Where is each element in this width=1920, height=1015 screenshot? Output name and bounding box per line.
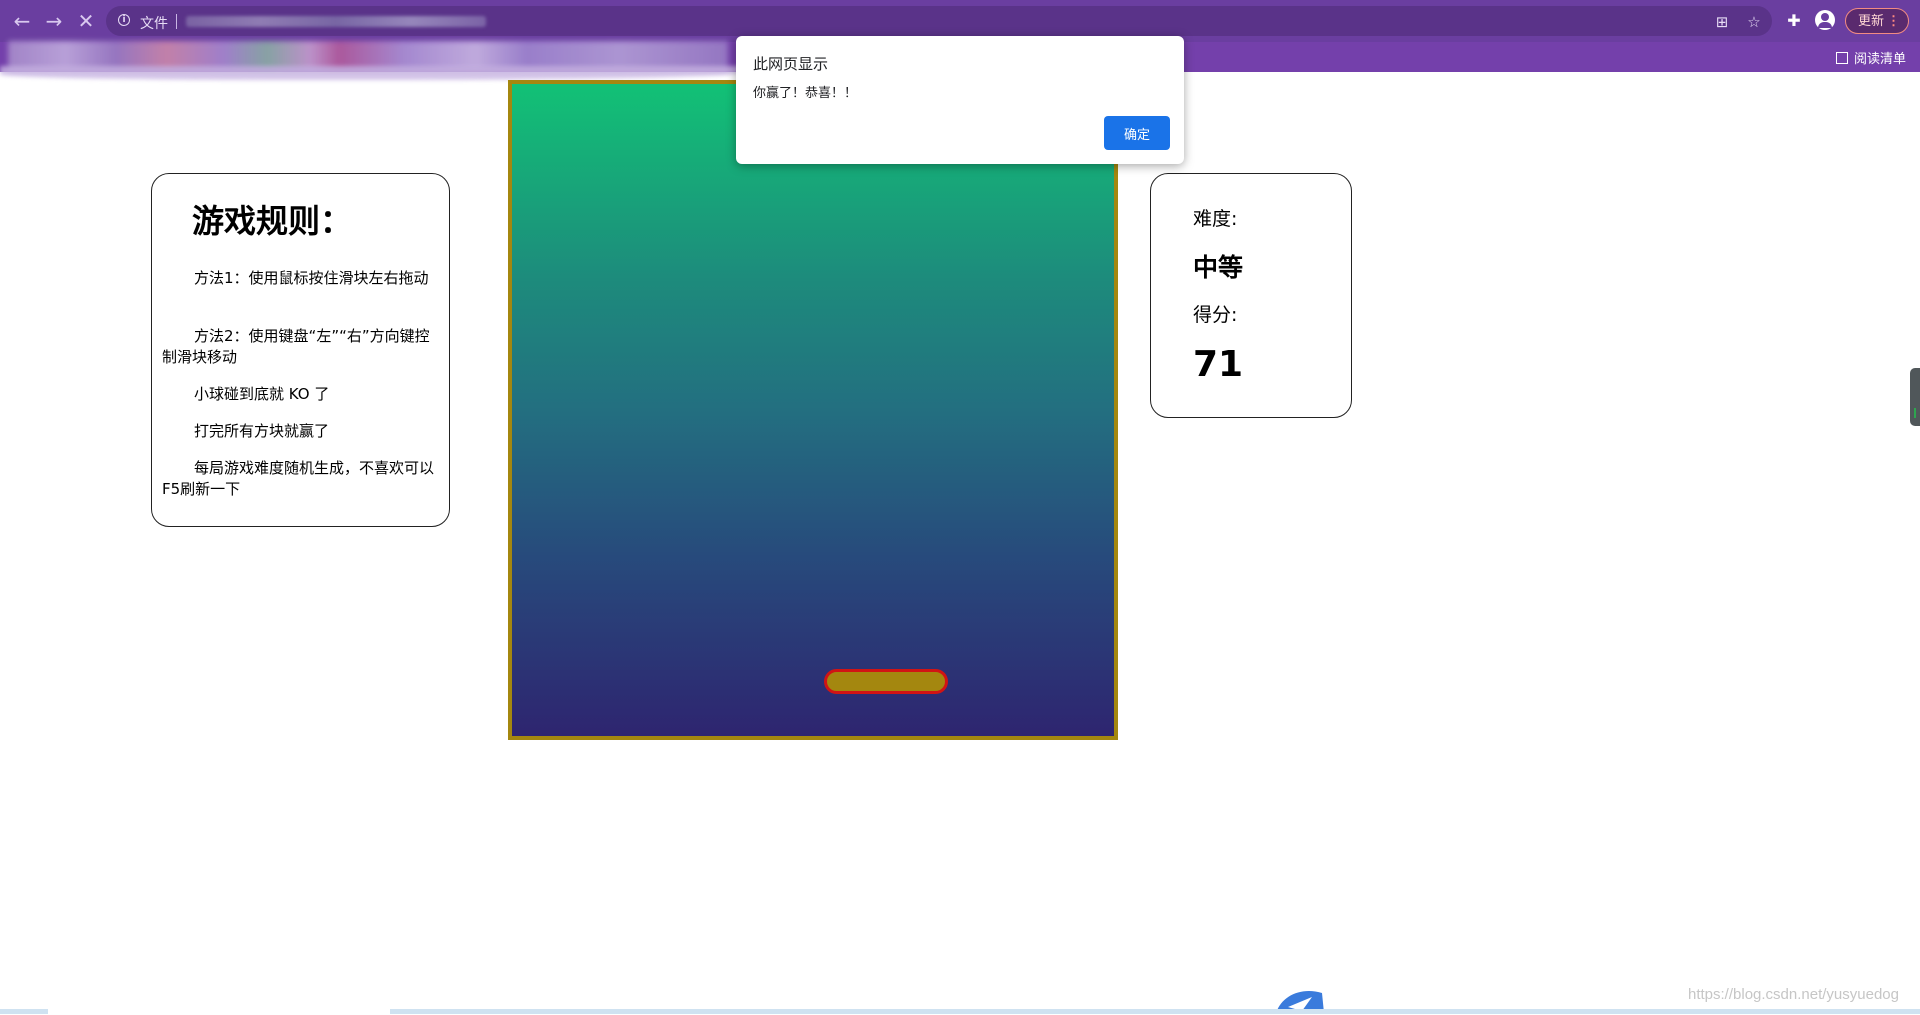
address-scheme: 文件 [140,15,168,31]
translate-icon[interactable]: ⊞ [1712,12,1732,32]
taskbar-strip [0,1009,1920,1014]
address-url-redacted [186,16,486,27]
reading-list-icon [1835,52,1848,64]
paddle[interactable] [824,669,948,694]
star-icon[interactable]: ☆ [1744,12,1764,32]
alert-dialog: 此网页显示 你赢了！恭喜！！ 确定 [736,36,1184,164]
stop-loading-icon[interactable]: ✕ [74,9,98,33]
dialog-title: 此网页显示 [753,55,829,73]
taskbar-segment [48,1009,390,1014]
rule-item: 方法1：使用鼠标按住滑块左右拖动 [194,269,429,287]
score-value: 71 [1193,344,1244,385]
menu-dots-icon[interactable]: ⋮ [1887,9,1900,33]
update-button[interactable]: 更新 ⋮ [1845,8,1909,34]
profile-icon[interactable] [1815,10,1835,30]
rule-item: 打完所有方块就赢了 [194,422,330,440]
ok-button[interactable]: 确定 [1104,116,1170,150]
difficulty-value: 中等 [1193,253,1244,282]
rule-item: 方法2：使用键盘“左”“右”方向键控制滑块移动 [162,327,430,366]
info-card: 难度: 中等 得分: 71 [1150,173,1352,418]
difficulty-label: 难度: [1193,208,1238,230]
score-label: 得分: [1193,304,1238,326]
reading-list-button[interactable]: 阅读清单 [1835,48,1906,67]
info-icon[interactable]: i [118,14,130,26]
rules-title: 游戏规则： [192,202,353,240]
rule-item: 每局游戏难度随机生成，不喜欢可以F5刷新一下 [162,459,435,498]
address-bar[interactable]: i 文件 ⊞ ☆ [106,6,1772,36]
side-panel-handle[interactable] [1910,368,1920,426]
game-board[interactable] [508,80,1118,740]
extensions-icon[interactable]: ✚ [1782,9,1806,33]
watermark: https://blog.csdn.net/yusyuedog [1688,986,1899,1003]
update-label: 更新 [1858,13,1885,28]
redaction-edge [0,66,740,80]
dialog-message: 你赢了！恭喜！！ [753,86,858,101]
address-separator [176,14,177,29]
back-arrow-icon[interactable]: ← [10,9,34,33]
reading-list-label: 阅读清单 [1853,51,1906,66]
forward-arrow-icon[interactable]: → [42,9,66,33]
rule-item: 小球碰到底就 KO 了 [194,385,330,403]
rules-card: 游戏规则： 方法1：使用鼠标按住滑块左右拖动 方法2：使用键盘“左”“右”方向键… [151,173,450,527]
